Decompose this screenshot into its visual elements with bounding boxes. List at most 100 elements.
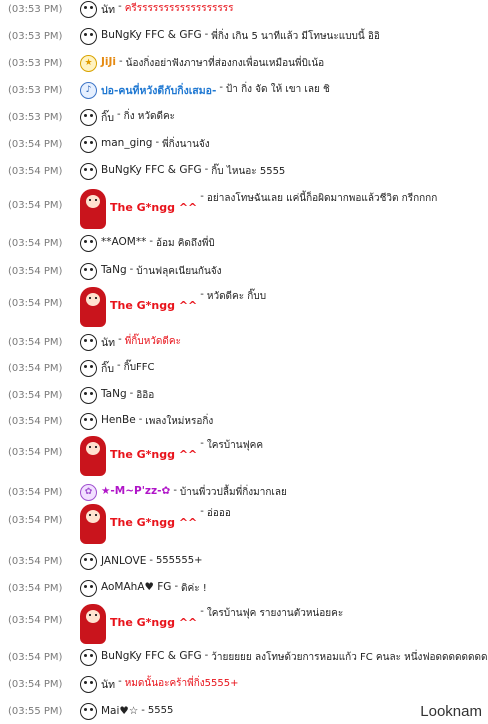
message-text: หมดนั้นอะคร้าพี่กิ่ง5555+ — [124, 677, 239, 689]
chat-message-row: (03:54 PM) AoMAhA♥ FG - ดิค่ะ ! — [0, 578, 488, 598]
message-timestamp: (03:54 PM) — [8, 138, 63, 150]
chat-message-row: (03:54 PM) **AOM** - อ้อม คิดถึงพี่บิ — [0, 233, 488, 253]
chat-message-row: (03:53 PM) ♪ ปอ-คนที่หวังดีกับกิ่งเสมอ- - ป้… — [0, 80, 488, 100]
message-body: HenBe - เพลงใหม่หรอกิ่ง — [101, 414, 213, 429]
message-timestamp: (03:53 PM) — [8, 57, 63, 69]
sender-name[interactable]: The G*ngg ^^ — [110, 616, 197, 629]
name-separator: - — [204, 163, 209, 175]
name-separator: - — [200, 606, 204, 617]
sender-name[interactable]: The G*ngg ^^ — [110, 299, 197, 312]
name-separator: - — [129, 263, 134, 275]
sender-name[interactable]: TaNg — [101, 388, 127, 403]
sender-name[interactable]: ปอ-คนที่หวังดีกับกิ่งเสมอ- — [101, 82, 216, 99]
sender-name[interactable]: AoMAhA♥ FG — [101, 581, 171, 596]
name-separator: - — [141, 705, 145, 716]
message-body: TaNg - บ้านฟลุคเนียนกันจัง — [101, 264, 222, 279]
skull-icon — [80, 552, 97, 570]
name-separator: - — [174, 580, 179, 592]
message-timestamp: (03:54 PM) — [8, 265, 63, 277]
message-timestamp: (03:54 PM) — [8, 447, 63, 458]
sender-name[interactable]: The G*ngg ^^ — [110, 201, 197, 214]
name-separator: - — [173, 484, 177, 496]
sender-name[interactable]: กิ๊บ — [101, 360, 114, 377]
message-text: อ่อออ — [206, 508, 231, 519]
skull-icon — [80, 234, 97, 252]
message-timestamp: (03:54 PM) — [8, 678, 63, 690]
skull-icon — [80, 27, 97, 45]
name-separator: - — [204, 649, 209, 661]
sender-name[interactable]: HenBe — [101, 414, 136, 429]
chat-message-row: (03:54 PM) BuNgKy FFC & GFG - กิ๊บ ไหนอะ 55… — [0, 161, 488, 181]
skull-icon — [80, 412, 97, 430]
flower-icon: ✿ — [80, 483, 97, 501]
skull-icon — [80, 162, 97, 180]
message-timestamp: (03:54 PM) — [8, 336, 63, 348]
chat-message-row: (03:54 PM) The G*ngg ^^ - ใครบ้านฟุค รายงาน… — [0, 602, 488, 646]
message-body: กิ๊บ - กิ่ง หวัดดีคะ — [101, 109, 175, 126]
sender-name[interactable]: BuNgKy FFC & GFG — [101, 164, 202, 179]
sender-name[interactable]: Mai♥☆ — [101, 705, 138, 717]
name-separator: - — [149, 555, 153, 566]
sender-name[interactable]: The G*ngg ^^ — [110, 516, 197, 529]
message-text: บ้านพี่ววปลื้มพี่กิ่งมากเลย — [179, 486, 287, 498]
chat-message-row: (03:54 PM) TaNg - บ้านฟลุคเนียนกันจัง — [0, 261, 488, 281]
skull-icon — [80, 135, 97, 153]
message-timestamp: (03:53 PM) — [8, 30, 63, 42]
message-body: กิ๊บ - กิ๊บFFC — [101, 360, 155, 377]
sender-name[interactable]: นัท — [101, 1, 115, 18]
name-separator: - — [129, 387, 134, 399]
message-timestamp: (03:54 PM) — [8, 486, 63, 498]
note-icon: ♪ — [80, 81, 97, 99]
name-separator: - — [117, 108, 121, 120]
message-body: BuNgKy FFC & GFG - ว้ายยยยย ลงโทษด้วยการหอ… — [101, 650, 488, 665]
skull-icon — [80, 333, 97, 351]
message-text: ว้ายยยยย ลงโทษด้วยการหอมแก้ว FC คนละ หนึ… — [211, 651, 488, 663]
sender-name[interactable]: กิ๊บ — [101, 109, 114, 126]
message-timestamp: (03:54 PM) — [8, 555, 63, 567]
sender-name[interactable]: ★-M~P'zz-✿ — [101, 485, 170, 500]
name-separator: - — [219, 81, 223, 93]
chat-message-row: (03:53 PM) ★ JiJi - น้องกิ่งอย่าฟังภาษาที่ส่… — [0, 53, 488, 73]
sender-name[interactable]: BuNgKy FFC & GFG — [101, 29, 202, 44]
message-body: Mai♥☆ -5555 — [101, 705, 173, 717]
message-timestamp: (03:53 PM) — [8, 111, 63, 123]
message-text: ใครบ้านฟุค รายงานตัวหน่อยคะ — [206, 608, 344, 619]
sender-name[interactable]: TaNg — [101, 264, 127, 279]
message-body: AoMAhA♥ FG - ดิค่ะ ! — [101, 581, 207, 596]
message-body: ★-M~P'zz-✿ - บ้านพี่ววปลื้มพี่กิ่งมากเลย — [101, 485, 287, 500]
message-body: The G*ngg ^^ - หวัดดีคะ กิ๊บบ — [110, 289, 266, 312]
sender-name[interactable]: นัท — [101, 334, 115, 351]
sender-name[interactable]: นัท — [101, 676, 115, 693]
watermark: Looknam — [420, 703, 482, 720]
message-body: BuNgKy FFC & GFG - พี่กิ่ง เกิน 5 นาทีแล้ว… — [101, 29, 380, 44]
sender-name[interactable]: BuNgKy FFC & GFG — [101, 650, 202, 665]
message-text: น้องกิ่งอย่าฟังภาษาที่ส่องกงเพื่อนเหมือน… — [125, 57, 325, 69]
message-text: อย่าลงโทษฉันเลย แค่นี้ก็อผิดมากพอแล้วชีว… — [206, 193, 438, 204]
user-avatar — [80, 502, 106, 546]
message-body: The G*ngg ^^ - อ่อออ — [110, 506, 231, 529]
message-body: The G*ngg ^^ - อย่าลงโทษฉันเลย แค่นี้ก็อผิ… — [110, 191, 437, 214]
message-timestamp: (03:54 PM) — [8, 362, 63, 374]
sender-name[interactable]: **AOM** — [101, 236, 146, 251]
message-text: เพลงใหม่หรอกิ่ง — [145, 415, 214, 427]
message-timestamp: (03:54 PM) — [8, 651, 63, 663]
message-timestamp: (03:54 PM) — [8, 415, 63, 427]
sender-name[interactable]: JiJi — [101, 56, 116, 71]
message-body: นัท - พี่กิ๊บหวัดดีคะ — [101, 334, 181, 351]
name-separator: - — [118, 333, 122, 345]
skull-icon — [80, 262, 97, 280]
star-icon: ★ — [80, 54, 97, 72]
name-separator: - — [200, 438, 204, 449]
chat-message-row: (03:54 PM) HenBe - เพลงใหม่หรอกิ่ง — [0, 411, 488, 431]
message-text: พี่กิ่ง เกิน 5 นาทีแล้ว มีโทษนะแบบนี้ อิ… — [211, 30, 380, 42]
name-separator: - — [149, 235, 153, 247]
sender-name[interactable]: The G*ngg ^^ — [110, 448, 197, 461]
sender-name[interactable]: JANLOVE — [101, 555, 146, 567]
chat-message-row: (03:54 PM) JANLOVE -555555+ — [0, 551, 488, 571]
user-avatar — [80, 434, 106, 478]
message-text: บ้านฟลุคเนียนกันจัง — [136, 265, 222, 277]
message-body: นัท - ครีรรรรรรรรรรรรรรรรรร — [101, 1, 233, 18]
message-text: 555555+ — [155, 555, 203, 566]
sender-name[interactable]: man_ging — [101, 137, 152, 152]
skull-icon — [80, 0, 97, 18]
